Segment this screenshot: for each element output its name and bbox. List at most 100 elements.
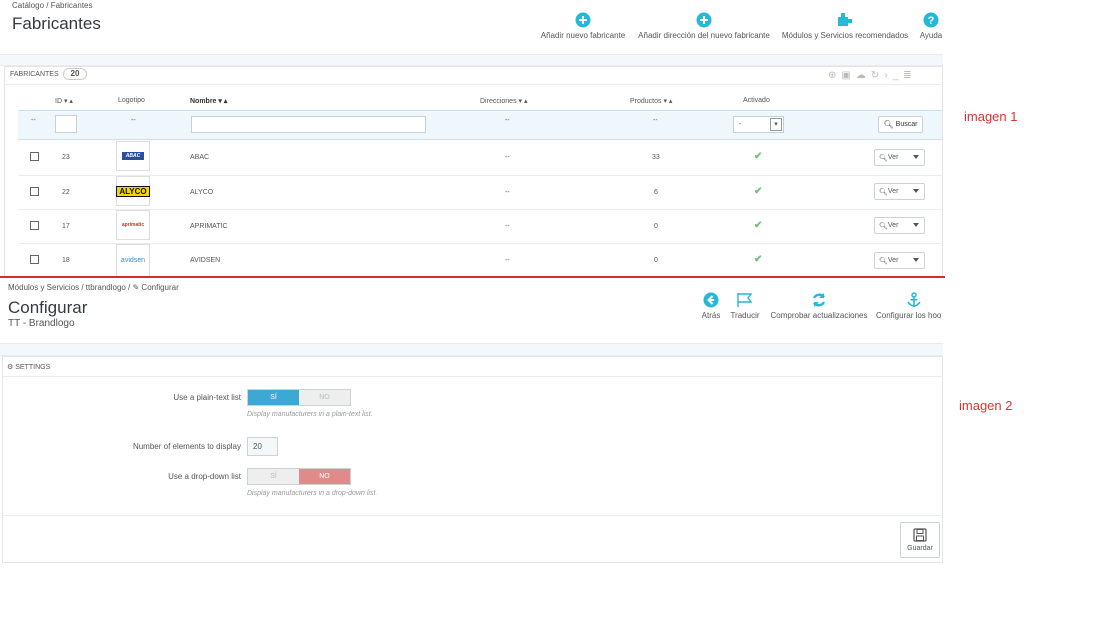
filter-enabled-select[interactable]: - ▾ [733, 116, 784, 133]
gears-icon: ⚙ [7, 364, 14, 371]
enabled-check-icon[interactable]: ✔ [754, 254, 762, 265]
count-badge: 20 [63, 68, 87, 80]
refresh-icon [812, 293, 826, 307]
row-name: ALYCO [190, 189, 214, 196]
row-addresses: -- [505, 257, 510, 264]
caret-down-icon[interactable] [913, 155, 919, 159]
view-button[interactable]: 🔍︎ Ver [874, 217, 925, 234]
row-products: 0 [654, 257, 658, 264]
panel-divider [2, 376, 943, 377]
row-divider [18, 175, 942, 176]
row-id: 23 [62, 154, 70, 161]
panel-title: FABRICANTES [10, 71, 59, 78]
col-id[interactable]: ID ▾ ▴ [55, 97, 73, 105]
view-button[interactable]: 🔍︎ Ver [874, 183, 925, 200]
help-button[interactable]: ? Ayuda [914, 12, 948, 40]
row-name: ABAC [190, 154, 210, 161]
search-icon: 🔍︎ [879, 257, 888, 265]
page-title: Configurar [8, 298, 88, 317]
recommended-modules-button[interactable]: Módulos y Servicios recomendados [778, 12, 912, 40]
elements-count-label: Number of elements to display [132, 442, 241, 451]
row-id: 17 [62, 223, 70, 230]
panel-footer-divider [2, 515, 943, 516]
configure-hooks-button[interactable]: Configurar los hoo [876, 292, 943, 320]
row-divider [18, 209, 942, 210]
red-divider [0, 276, 945, 278]
row-products: 6 [654, 189, 658, 196]
panel-tools[interactable]: ⊕▣☁↻›_≣ [828, 70, 917, 81]
manufacturer-logo: ALYCO [116, 176, 150, 206]
search-icon: 🔍︎ [883, 120, 894, 129]
switch-yes[interactable]: SÍ [248, 469, 299, 484]
flag-icon [737, 293, 753, 307]
export-icon[interactable]: ▣ [841, 70, 855, 81]
row-divider [18, 243, 942, 244]
row-id: 22 [62, 189, 70, 196]
filter-id-input[interactable] [55, 115, 77, 133]
header-band [0, 343, 943, 356]
caret-down-icon[interactable] [913, 223, 919, 227]
page-subtitle: TT - Brandlogo [8, 318, 75, 329]
add-manufacturer-button[interactable]: Añadir nuevo fabricante [536, 12, 630, 40]
row-checkbox[interactable] [30, 187, 39, 196]
add-icon[interactable]: ⊕ [828, 70, 841, 81]
filter-dash: -- [31, 117, 36, 124]
back-button[interactable]: Atrás [697, 292, 725, 320]
caret-down-icon[interactable] [913, 258, 919, 262]
col-products[interactable]: Productos ▾ ▴ [630, 97, 672, 105]
puzzle-icon [838, 13, 852, 26]
view-button[interactable]: 🔍︎ Ver [874, 149, 925, 166]
row-addresses: -- [505, 189, 510, 196]
cloud-icon[interactable]: ☁ [856, 70, 871, 81]
row-name: APRIMATIC [190, 223, 228, 230]
breadcrumb[interactable]: Catálogo / Fabricantes [12, 1, 93, 10]
database-icon[interactable]: ≣ [903, 70, 916, 81]
switch-no[interactable]: NO [299, 469, 350, 484]
panel-divider [4, 84, 943, 85]
annotation-image-1: imagen 1 [964, 109, 1018, 124]
help-icon: ? [923, 12, 939, 28]
translate-button[interactable]: Traducir [728, 292, 762, 320]
save-button[interactable]: Guardar [900, 522, 940, 558]
row-addresses: -- [505, 223, 510, 230]
header-band [0, 54, 943, 66]
plus-circle-icon [696, 12, 712, 28]
search-button[interactable]: 🔍︎ Buscar [878, 116, 923, 133]
search-icon: 🔍︎ [879, 222, 888, 230]
drop-down-list-help: Display manufacturers in a drop-down lis… [247, 490, 378, 497]
caret-down-icon[interactable] [913, 189, 919, 193]
col-name[interactable]: Nombre ▾ ▴ [190, 97, 227, 105]
filter-row [18, 110, 942, 140]
floppy-disk-icon [913, 528, 927, 542]
check-updates-button[interactable]: Comprobar actualizaciones [767, 292, 871, 320]
enabled-check-icon[interactable]: ✔ [754, 220, 762, 231]
row-id: 18 [62, 257, 70, 264]
col-logo: Logotipo [118, 97, 145, 104]
switch-yes[interactable]: SÍ [248, 390, 299, 405]
enabled-check-icon[interactable]: ✔ [754, 151, 762, 162]
breadcrumb[interactable]: Módulos y Servicios / ttbrandlogo / ✎ Co… [8, 283, 179, 292]
refresh-icon[interactable]: ↻ [871, 70, 884, 81]
manufacturer-logo: aprimatic [116, 210, 150, 240]
plain-text-list-switch[interactable]: SÍ NO [247, 389, 351, 406]
chevron-down-icon: ▾ [770, 118, 782, 131]
page-title: Fabricantes [12, 14, 101, 33]
row-checkbox[interactable] [30, 152, 39, 161]
elements-count-input[interactable]: 20 [247, 437, 278, 456]
drop-down-list-switch[interactable]: SÍ NO [247, 468, 351, 485]
col-addresses[interactable]: Direcciones ▾ ▴ [480, 97, 528, 105]
row-products: 33 [652, 154, 660, 161]
row-checkbox[interactable] [30, 221, 39, 230]
row-products: 0 [654, 223, 658, 230]
switch-no[interactable]: NO [299, 390, 350, 405]
search-icon: 🔍︎ [879, 188, 888, 196]
filter-name-input[interactable] [191, 116, 426, 133]
sql-icon[interactable]: ›_ [884, 70, 903, 81]
svg-text:?: ? [928, 15, 935, 27]
panel-title: ⚙ SETTINGS [7, 364, 51, 371]
enabled-check-icon[interactable]: ✔ [754, 186, 762, 197]
row-checkbox[interactable] [30, 255, 39, 264]
view-button[interactable]: 🔍︎ Ver [874, 252, 925, 269]
add-manufacturer-address-button[interactable]: Añadir dirección del nuevo fabricante [633, 12, 775, 40]
plain-text-list-help: Display manufacturers in a plain-text li… [247, 411, 373, 418]
